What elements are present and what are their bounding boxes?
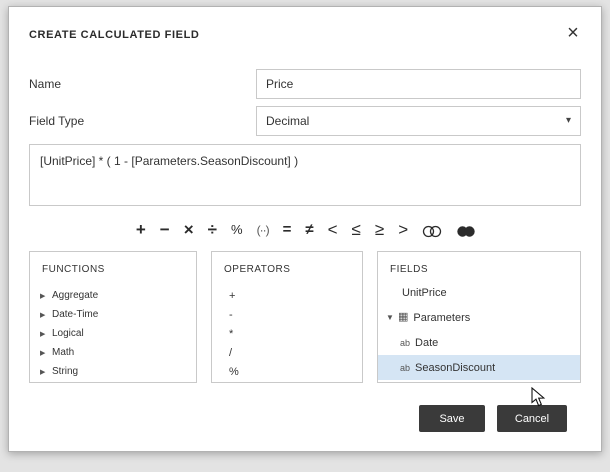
function-category-math[interactable]: ▶ Math [30, 343, 196, 362]
multiply-icon[interactable]: × [184, 218, 194, 242]
triangle-right-icon: ▶ [40, 330, 46, 338]
operator-item-label: * [229, 327, 234, 340]
union-icon[interactable] [456, 225, 476, 238]
operator-item-label: % [229, 365, 239, 378]
ab-string-icon: ab [400, 337, 411, 348]
field-item-unitprice[interactable]: UnitPrice [378, 280, 580, 305]
expression-editor[interactable]: [UnitPrice] * ( 1 - [Parameters.SeasonDi… [29, 144, 581, 206]
dialog-title: CREATE CALCULATED FIELD [29, 29, 200, 41]
triangle-right-icon: ▶ [40, 368, 46, 376]
not-equals-icon[interactable]: ≠ [305, 218, 313, 242]
functions-tree: ▶ Aggregate ▶ Date-Time ▶ Logical ▶ Math… [30, 286, 196, 381]
triangle-right-icon: ▶ [40, 292, 46, 300]
fields-panel-title: FIELDS [390, 264, 429, 275]
operator-item-label: + [229, 289, 236, 302]
fields-list: UnitPrice ▼ ▦ Parameters ab Date ab Seas… [378, 280, 580, 380]
divide-icon[interactable]: ÷ [208, 218, 217, 242]
operator-toolbar: + − × ÷ % (··) = ≠ < ≤ ≥ > [9, 216, 603, 244]
close-icon[interactable]: × [561, 21, 585, 45]
operator-item[interactable]: / [212, 343, 362, 362]
operator-item[interactable]: % [212, 362, 362, 381]
operator-item[interactable]: + [212, 286, 362, 305]
field-type-label: Field Type [29, 114, 85, 128]
cancel-button[interactable]: Cancel [497, 405, 567, 432]
field-type-value: Decimal [266, 114, 310, 128]
less-than-icon[interactable]: < [328, 218, 338, 242]
operator-item[interactable]: - [212, 305, 362, 324]
parentheses-icon[interactable]: (··) [257, 218, 270, 242]
field-item-seasondiscount[interactable]: ab SeasonDiscount [378, 355, 580, 380]
functions-panel: FUNCTIONS ▶ Aggregate ▶ Date-Time ▶ Logi… [29, 251, 197, 383]
fields-panel: FIELDS UnitPrice ▼ ▦ Parameters ab Date … [377, 251, 581, 383]
triangle-right-icon: ▶ [40, 349, 46, 357]
equals-icon[interactable]: = [283, 218, 292, 242]
triangle-right-icon: ▶ [40, 311, 46, 319]
tree-item-label: Date-Time [52, 309, 99, 320]
tree-item-label: Math [52, 347, 75, 358]
table-icon: ▦ [398, 311, 409, 323]
function-category-string[interactable]: ▶ String [30, 362, 196, 381]
ab-string-icon: ab [400, 362, 411, 373]
plus-icon[interactable]: + [136, 218, 146, 242]
field-item-label: SeasonDiscount [415, 361, 496, 374]
triangle-down-icon[interactable]: ▼ [386, 313, 398, 322]
minus-icon[interactable]: − [160, 218, 170, 242]
function-category-aggregate[interactable]: ▶ Aggregate [30, 286, 196, 305]
create-calculated-field-dialog: CREATE CALCULATED FIELD × Name Field Typ… [8, 6, 602, 452]
name-input[interactable] [256, 69, 581, 99]
percent-icon[interactable]: % [231, 218, 243, 242]
operator-item-label: - [229, 308, 233, 321]
functions-panel-title: FUNCTIONS [42, 264, 105, 275]
field-item-date[interactable]: ab Date [378, 330, 580, 355]
tree-item-label: Aggregate [52, 290, 99, 301]
operators-panel-title: OPERATORS [224, 264, 291, 275]
intersection-icon[interactable] [422, 225, 442, 238]
greater-equal-icon[interactable]: ≥ [375, 218, 384, 242]
operator-item-label: / [229, 346, 233, 359]
field-item-label: UnitPrice [402, 286, 447, 299]
save-button[interactable]: Save [419, 405, 485, 432]
field-item-parameters[interactable]: ▼ ▦ Parameters [378, 305, 580, 330]
field-item-label: Parameters [413, 311, 471, 324]
operators-list: + - * / % [212, 286, 362, 381]
operators-panel: OPERATORS + - * / % [211, 251, 363, 383]
tree-item-label: Logical [52, 328, 84, 339]
tree-item-label: String [52, 366, 79, 377]
chevron-down-icon: ▾ [565, 115, 571, 126]
name-label: Name [29, 77, 62, 91]
function-category-datetime[interactable]: ▶ Date-Time [30, 305, 196, 324]
field-item-label: Date [415, 336, 439, 349]
greater-than-icon[interactable]: > [398, 218, 408, 242]
function-category-logical[interactable]: ▶ Logical [30, 324, 196, 343]
operator-item[interactable]: * [212, 324, 362, 343]
field-type-dropdown[interactable]: Decimal ▾ [256, 106, 581, 136]
less-equal-icon[interactable]: ≤ [352, 218, 361, 242]
